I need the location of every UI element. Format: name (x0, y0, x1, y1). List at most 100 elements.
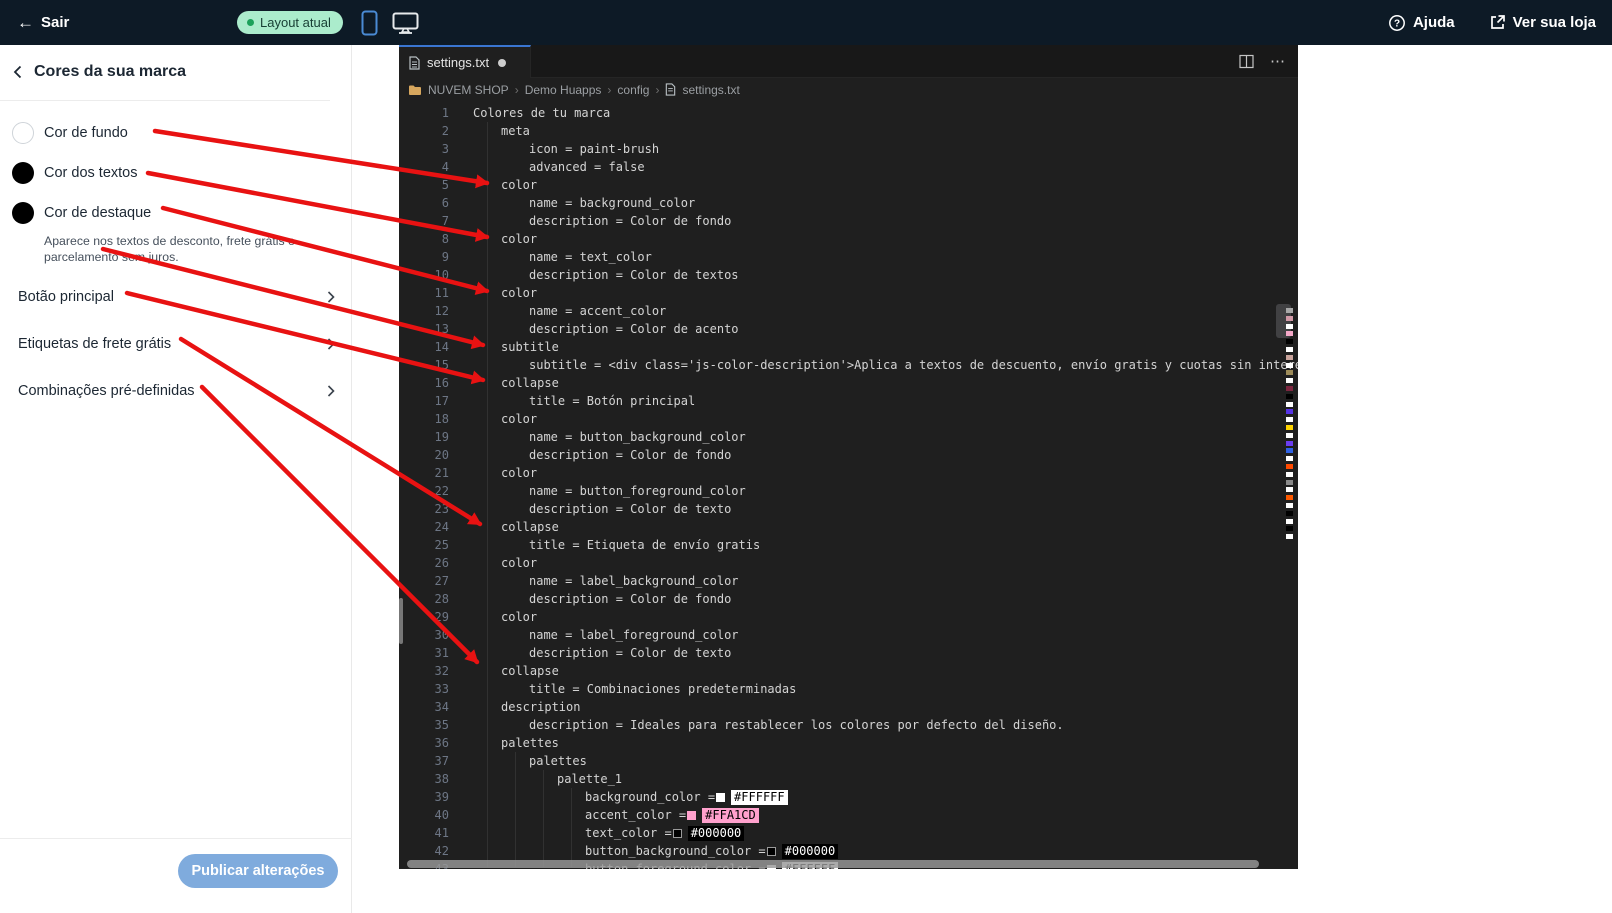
line-number: 9 (441, 250, 449, 264)
exit-button[interactable]: ← Sair (17, 0, 69, 45)
menu-list: Botão principal Etiquetas de frete grátis… (0, 273, 352, 414)
split-editor-icon[interactable] (1239, 54, 1254, 69)
editor-tab-bar: settings.txt ⋯ (399, 45, 1298, 78)
code-line-14: 14 subtitle (399, 338, 1298, 356)
code-line-21: 21 color (399, 464, 1298, 482)
code-line-34: 34 description (399, 698, 1298, 716)
line-number: 8 (441, 232, 449, 246)
color-setting-row-1[interactable]: Cor dos textos (0, 153, 352, 193)
menu-item-1[interactable]: Etiquetas de frete grátis (0, 320, 352, 367)
code-line-38: 38 palette_1 (399, 770, 1298, 788)
smartphone-icon (361, 10, 378, 35)
layout-status-badge: Layout atual (237, 11, 343, 34)
overview-ruler-mark (1286, 409, 1293, 415)
overview-ruler-mark (1286, 432, 1293, 438)
overview-ruler-mark (1286, 401, 1293, 407)
code-line-37: 37 palettes (399, 752, 1298, 770)
breadcrumb: NUVEM SHOP › Demo Huapps › config › sett… (408, 78, 740, 101)
code-line-10: 10 description = Color de textos (399, 266, 1298, 284)
code-line-33: 33 title = Combinaciones predeterminadas (399, 680, 1298, 698)
breadcrumb-root[interactable]: NUVEM SHOP (428, 83, 509, 97)
exit-label: Sair (41, 14, 70, 31)
overview-ruler-mark (1286, 323, 1293, 329)
horizontal-scrollbar[interactable] (407, 860, 1259, 868)
desktop-preview-button[interactable] (392, 0, 419, 45)
menu-item-label: Botão principal (18, 288, 114, 305)
code-line-15: 15 subtitle = <div class='js-color-descri… (399, 356, 1298, 374)
chevron-right-icon: › (655, 82, 660, 97)
divider (0, 100, 330, 101)
line-number: 41 (434, 826, 449, 840)
file-icon (409, 55, 420, 70)
tab-settings-txt[interactable]: settings.txt (399, 45, 531, 78)
tab-actions: ⋯ (1239, 45, 1286, 78)
code-line-27: 27 name = label_background_color (399, 572, 1298, 590)
overview-ruler-mark (1286, 315, 1293, 321)
line-number: 13 (434, 322, 449, 336)
overview-ruler-mark (1286, 425, 1293, 430)
line-number: 28 (434, 592, 449, 606)
mobile-preview-button[interactable] (361, 0, 378, 45)
line-number: 26 (434, 556, 449, 570)
color-setting-row-2[interactable]: Cor de destaque Aparece nos textos de des… (0, 193, 352, 274)
inline-color-swatch (766, 847, 776, 856)
hex-value-chip: #FFFFFF (731, 790, 788, 805)
chevron-right-icon: › (607, 82, 612, 97)
color-swatch[interactable] (12, 162, 34, 184)
breadcrumb-folder[interactable]: config (617, 83, 649, 97)
line-number: 16 (434, 376, 449, 390)
line-number: 19 (434, 430, 449, 444)
left-scrollbar[interactable] (399, 598, 403, 644)
code-line-6: 6 name = background_color (399, 194, 1298, 212)
divider (0, 838, 352, 839)
overview-ruler-mark (1286, 471, 1293, 477)
overview-ruler-mark (1286, 378, 1293, 384)
code-line-16: 16 collapse (399, 374, 1298, 392)
help-button[interactable]: ? Ajuda (1388, 14, 1455, 32)
overview-ruler-mark (1286, 440, 1293, 446)
line-number: 2 (441, 124, 449, 138)
code-line-39: 39 background_color = #FFFFFF (399, 788, 1298, 806)
publish-changes-button[interactable]: Publicar alterações (178, 854, 338, 888)
overview-ruler-mark (1286, 487, 1293, 493)
code-line-18: 18 color (399, 410, 1298, 428)
back-to-sections-button[interactable]: Cores da sua marca (13, 63, 186, 81)
code-line-35: 35 description = Ideales para restablecer… (399, 716, 1298, 734)
view-store-button[interactable]: Ver sua loja (1489, 14, 1596, 31)
help-circle-icon: ? (1388, 14, 1405, 31)
breadcrumb-file[interactable]: settings.txt (682, 83, 739, 97)
chevron-right-icon (327, 337, 335, 350)
code-line-22: 22 name = button_foreground_color (399, 482, 1298, 500)
hex-value-chip: #FFA1CD (702, 808, 759, 823)
line-number: 38 (434, 772, 449, 786)
line-number: 18 (434, 412, 449, 426)
breadcrumb-theme[interactable]: Demo Huapps (525, 83, 602, 97)
line-number: 6 (441, 196, 449, 210)
line-number: 3 (441, 142, 449, 156)
color-swatch[interactable] (12, 202, 34, 224)
code-line-4: 4 advanced = false (399, 158, 1298, 176)
code-line-7: 7 description = Color de fondo (399, 212, 1298, 230)
code-editor-window: settings.txt ⋯ NUVEM SHOP › Demo Huapps … (399, 45, 1298, 869)
line-number: 36 (434, 736, 449, 750)
code-area[interactable]: 1 Colores de tu marca 2 meta 3 icon = paint-b… (399, 104, 1298, 869)
line-number: 5 (441, 178, 449, 192)
more-actions-icon[interactable]: ⋯ (1270, 54, 1286, 69)
code-line-23: 23 description = Color de texto (399, 500, 1298, 518)
overview-ruler-mark (1286, 331, 1293, 337)
line-number: 1 (441, 106, 449, 120)
color-swatch[interactable] (12, 122, 34, 144)
line-number: 40 (434, 808, 449, 822)
line-number: 10 (434, 268, 449, 282)
overview-ruler-mark (1286, 339, 1293, 345)
color-setting-row-0[interactable]: Cor de fundo (0, 113, 352, 153)
menu-item-0[interactable]: Botão principal (0, 273, 352, 320)
code-line-1: 1 Colores de tu marca (399, 104, 1298, 122)
status-dot-icon (247, 19, 254, 26)
line-number: 12 (434, 304, 449, 318)
code-line-19: 19 name = button_background_color (399, 428, 1298, 446)
overview-ruler-mark (1286, 448, 1293, 454)
overview-ruler-mark (1286, 393, 1293, 399)
chevron-right-icon: › (514, 82, 519, 97)
menu-item-2[interactable]: Combinações pré-definidas (0, 367, 352, 414)
